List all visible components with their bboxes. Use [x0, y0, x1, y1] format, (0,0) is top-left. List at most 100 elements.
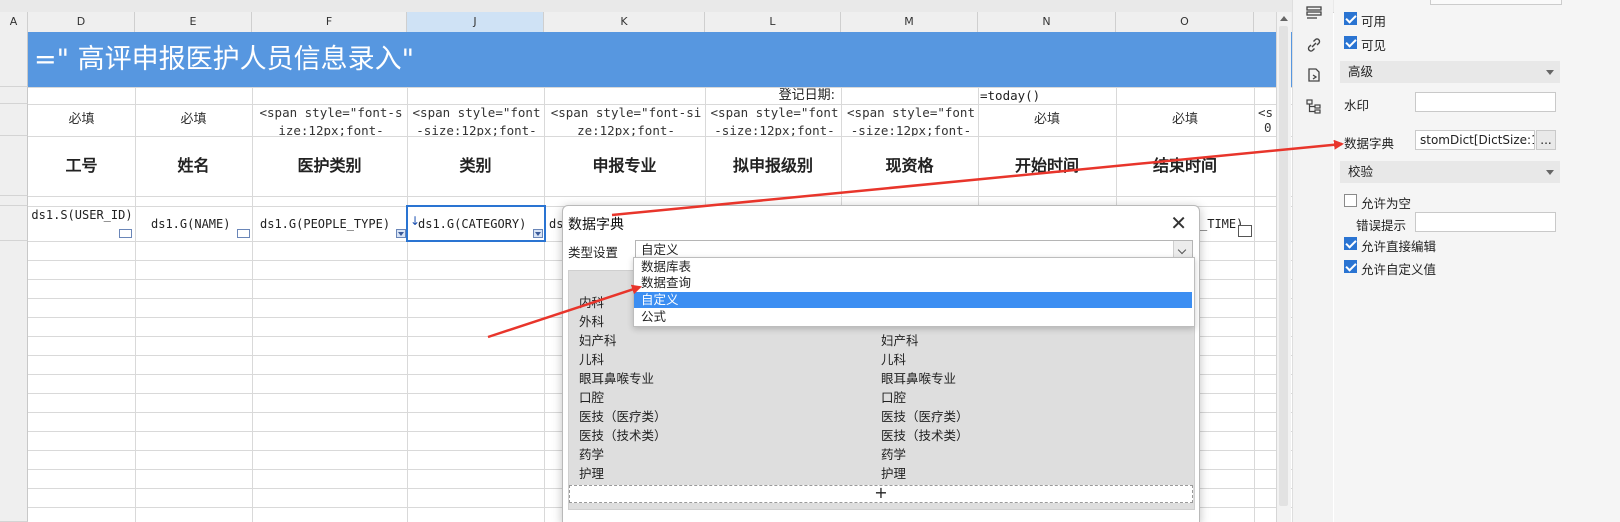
dropdown-widget-icon[interactable] — [396, 229, 406, 238]
col-header-n[interactable]: N — [978, 12, 1116, 32]
item-display-value[interactable]: 护理 — [881, 464, 906, 483]
header-medical-type[interactable]: 医护类别 — [252, 136, 407, 196]
data-dictionary-input[interactable]: stomDict[DictSize:10] — [1415, 130, 1535, 150]
span-code-k[interactable]: <span style="font-size:12px;font- — [548, 104, 704, 136]
row-header[interactable] — [0, 104, 28, 136]
data-dictionary-browse-button[interactable]: ... — [1536, 130, 1556, 150]
copy-file-icon[interactable] — [1305, 66, 1323, 84]
error-tip-input[interactable] — [1415, 212, 1556, 232]
col-header-k[interactable]: K — [544, 12, 705, 32]
list-item[interactable]: 妇产科 妇产科 — [569, 331, 1194, 350]
type-option-data-query[interactable]: 数据查询 — [634, 275, 1192, 291]
allow-empty-checkbox[interactable] — [1344, 194, 1357, 207]
list-item[interactable]: 口腔 口腔 — [569, 388, 1194, 407]
item-display-value[interactable]: 医技（技术类） — [881, 426, 969, 445]
row-header[interactable] — [0, 136, 28, 196]
calendar-icon[interactable] — [1238, 225, 1252, 237]
item-actual-value[interactable]: 内科 — [579, 293, 604, 312]
enabled-checkbox[interactable] — [1344, 12, 1357, 25]
item-actual-value[interactable]: 口腔 — [579, 388, 604, 407]
header-category[interactable]: 类别 — [407, 136, 544, 196]
col-header-f[interactable]: F — [252, 12, 407, 32]
col-header-d[interactable]: D — [28, 12, 135, 32]
add-item-button[interactable]: + — [569, 485, 1193, 503]
required-hint-d[interactable]: 必填 — [28, 104, 135, 136]
required-hint-e[interactable]: 必填 — [135, 104, 252, 136]
allow-custom-value-checkbox[interactable] — [1344, 260, 1357, 273]
span-code-partial-2[interactable]: 0 — [1264, 119, 1276, 135]
date-label-cell[interactable]: 登记日期: — [705, 87, 841, 104]
title-banner-cell[interactable]: =" 高评申报医护人员信息录入" — [28, 32, 1320, 87]
item-actual-value[interactable]: 护理 — [579, 464, 604, 483]
row-header[interactable] — [0, 196, 28, 206]
cell-widget-icon[interactable] — [119, 229, 132, 238]
cell-widget-icon[interactable] — [237, 229, 250, 238]
span-code-f[interactable]: <span style="font-size:12px;font- — [256, 104, 406, 136]
visible-checkbox[interactable] — [1344, 36, 1357, 49]
row-header[interactable] — [0, 87, 28, 104]
item-display-value[interactable]: 儿科 — [881, 350, 906, 369]
item-actual-value[interactable]: 医技（医疗类） — [579, 407, 667, 426]
row-header[interactable] — [0, 32, 28, 87]
col-header-j[interactable]: J — [407, 12, 544, 32]
link-icon[interactable] — [1305, 36, 1323, 54]
dropdown-widget-icon[interactable] — [533, 229, 543, 238]
col-header-next[interactable] — [1254, 12, 1278, 32]
type-option-formula[interactable]: 公式 — [634, 309, 1192, 325]
tree-structure-icon[interactable] — [1305, 98, 1323, 116]
item-actual-value[interactable]: 妇产科 — [579, 331, 617, 350]
item-display-value[interactable]: 药学 — [881, 445, 906, 464]
expr-category[interactable]: ds1.G(CATEGORY) — [410, 207, 543, 241]
close-icon[interactable]: ✕ — [1170, 211, 1187, 235]
vertical-scrollbar[interactable] — [1276, 12, 1291, 522]
expr-people-type[interactable]: ds1.G(PEOPLE_TYPE) — [254, 207, 406, 241]
expr-name[interactable]: ds1.G(NAME) — [137, 207, 251, 241]
required-hint-n[interactable]: 必填 — [978, 104, 1116, 136]
validation-section-header[interactable]: 校验 — [1340, 161, 1560, 183]
row-header[interactable] — [0, 206, 28, 241]
header-end-time[interactable]: 结束时间 — [1116, 136, 1254, 196]
allow-direct-edit-checkbox[interactable] — [1344, 237, 1357, 250]
header-name[interactable]: 姓名 — [135, 136, 252, 196]
widget-settings-icon[interactable] — [1305, 4, 1323, 22]
col-header-a[interactable]: A — [0, 12, 28, 32]
watermark-input[interactable] — [1415, 92, 1556, 112]
list-item[interactable]: 眼耳鼻喉专业 眼耳鼻喉专业 — [569, 369, 1194, 388]
advanced-section-header[interactable]: 高级 — [1340, 61, 1560, 83]
header-specialty[interactable]: 申报专业 — [544, 136, 705, 196]
header-employee-id[interactable]: 工号 — [28, 136, 135, 196]
type-option-custom[interactable]: 自定义 — [634, 292, 1192, 308]
span-code-l[interactable]: <span style="font-size:12px;font- — [708, 104, 841, 136]
header-current-qualification[interactable]: 现资格 — [841, 136, 978, 196]
scrollbar-thumb[interactable] — [1279, 26, 1288, 506]
collapse-caret-icon[interactable] — [1546, 70, 1554, 75]
collapse-caret-icon[interactable] — [1546, 170, 1554, 175]
span-code-partial[interactable]: <s — [1258, 104, 1276, 120]
scroll-up-icon[interactable] — [1280, 16, 1288, 21]
item-actual-value[interactable]: 医技（技术类） — [579, 426, 667, 445]
header-target-level[interactable]: 拟申报级别 — [705, 136, 841, 196]
item-actual-value[interactable]: 外科 — [579, 312, 604, 331]
item-display-value[interactable]: 眼耳鼻喉专业 — [881, 369, 956, 388]
span-code-j[interactable]: <span style="font-size:12px;font- — [410, 104, 543, 136]
item-actual-value[interactable]: 药学 — [579, 445, 604, 464]
col-header-e[interactable]: E — [135, 12, 252, 32]
list-item[interactable]: 医技（技术类） 医技（技术类） — [569, 426, 1194, 445]
item-actual-value[interactable]: 儿科 — [579, 350, 604, 369]
list-item[interactable]: 药学 药学 — [569, 445, 1194, 464]
col-header-o[interactable]: O — [1116, 12, 1254, 32]
list-item[interactable]: 儿科 儿科 — [569, 350, 1194, 369]
item-display-value[interactable]: 口腔 — [881, 388, 906, 407]
item-actual-value[interactable]: 眼耳鼻喉专业 — [579, 369, 654, 388]
required-hint-o[interactable]: 必填 — [1116, 104, 1254, 136]
span-code-m[interactable]: <span style="font-size:12px;font- — [844, 104, 978, 136]
col-header-l[interactable]: L — [705, 12, 841, 32]
item-display-value[interactable]: 医技（医疗类） — [881, 407, 969, 426]
row-header-rest[interactable] — [0, 241, 28, 522]
list-item[interactable]: 医技（医疗类） 医技（医疗类） — [569, 407, 1194, 426]
date-formula-cell[interactable]: =today() — [980, 87, 1116, 104]
list-item[interactable]: 护理 护理 — [569, 464, 1194, 483]
item-display-value[interactable]: 妇产科 — [881, 331, 919, 350]
col-header-m[interactable]: M — [841, 12, 978, 32]
type-option-database-table[interactable]: 数据库表 — [634, 259, 1192, 275]
